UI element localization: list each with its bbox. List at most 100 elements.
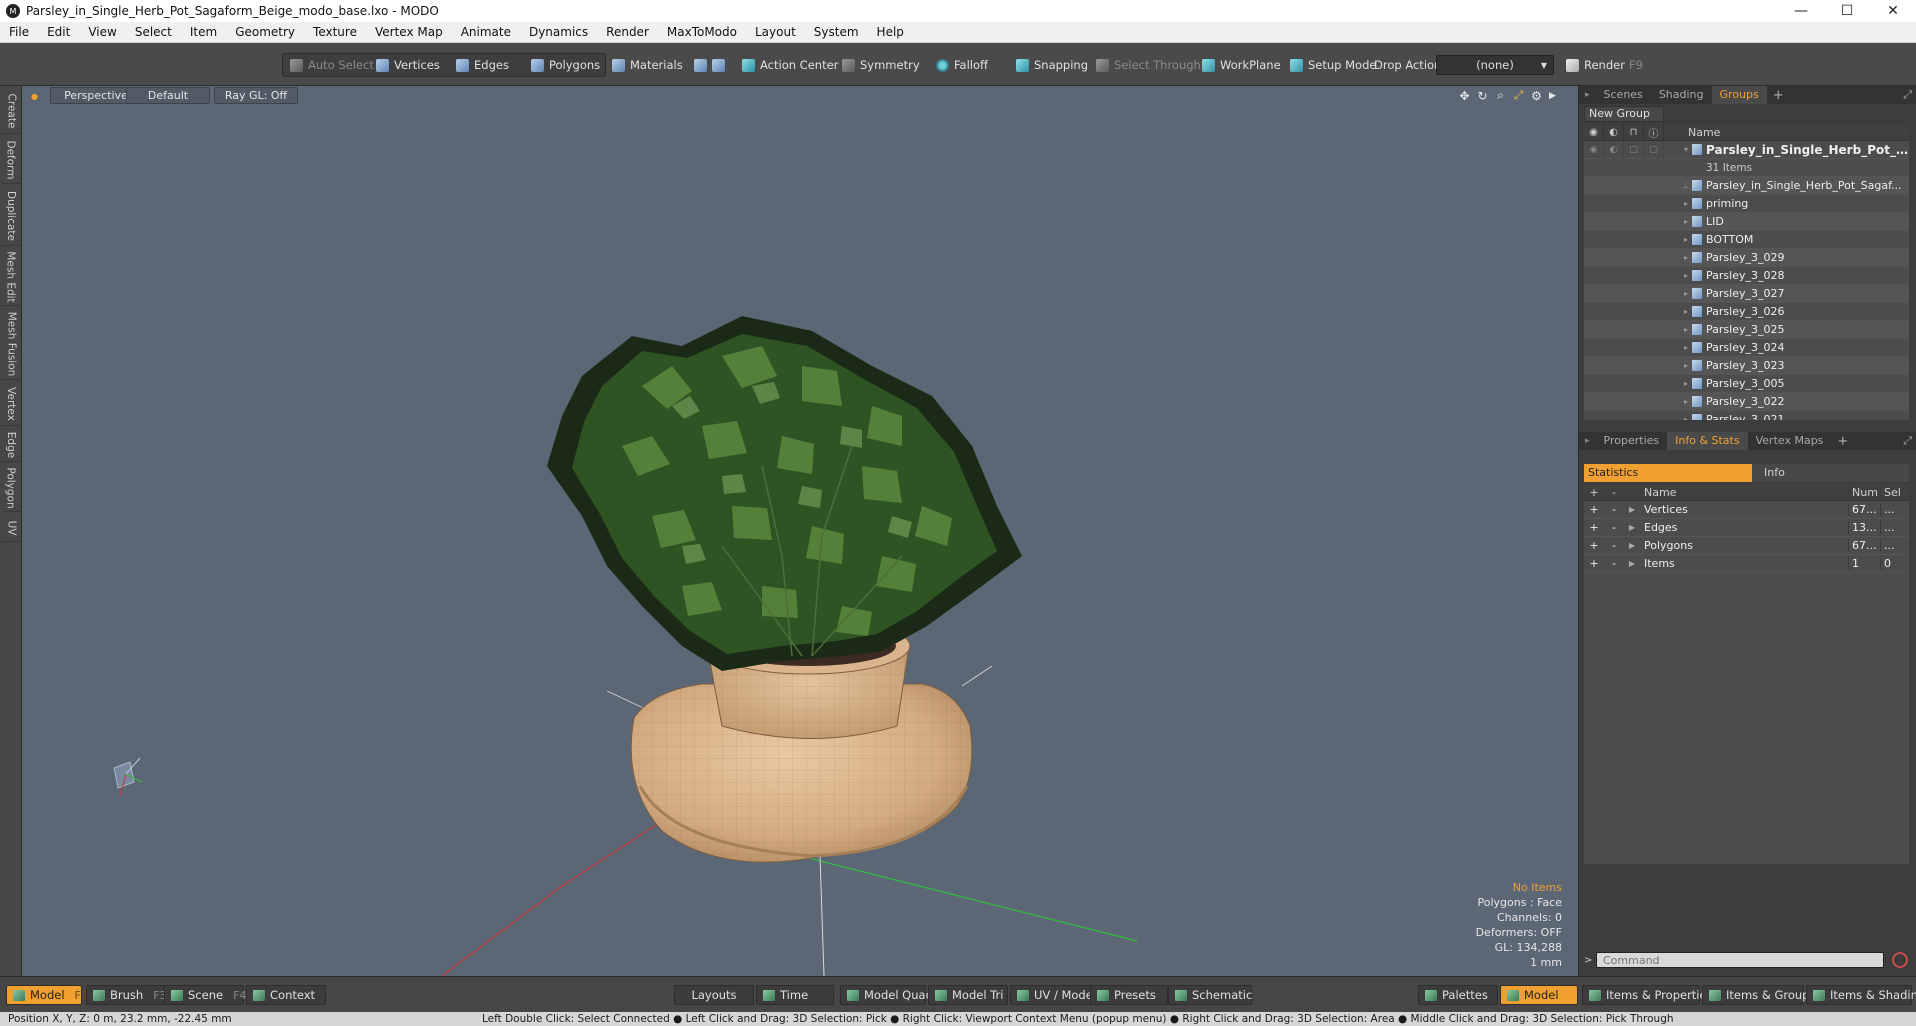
palettes-button[interactable]: Palettes [1418,985,1498,1005]
item-arrow-icon[interactable]: ▸ [1680,415,1692,420]
select-column-icon[interactable]: ⓘ [1644,124,1664,141]
item-arrow-icon[interactable]: ▸ [1680,253,1692,262]
viewport-expand-icon[interactable]: ▶ [1546,89,1559,102]
group-item-row[interactable]: ▸ Parsley_3_023 [1584,357,1909,375]
workplane-button[interactable]: WorkPlane [1196,54,1287,76]
new-group-button[interactable]: New Group [1584,106,1664,122]
render-toggle[interactable]: ◐ [1604,140,1624,159]
lock-column-icon[interactable]: ⊓ [1624,124,1644,141]
tab-vertex[interactable]: Vertex [2,382,20,426]
polygons-button[interactable]: Polygons [525,54,606,76]
tab-scenes[interactable]: Scenes [1596,86,1651,104]
info-tab[interactable]: Info [1752,464,1909,482]
tab-uv[interactable]: UV [2,514,20,542]
group-item-row[interactable]: ▸ priming [1584,195,1909,213]
stat-arrow-icon[interactable]: ▶ [1624,559,1640,568]
vertices-button[interactable]: Vertices [370,54,446,76]
menu-view[interactable]: View [79,22,125,43]
tab-shading[interactable]: Shading [1651,86,1712,104]
statistics-tab[interactable]: Statistics [1584,464,1752,482]
time-layout-button[interactable]: Time [756,985,834,1005]
menu-animate[interactable]: Animate [452,22,520,43]
stat-row[interactable]: + - ▶ Polygons 67...... [1584,537,1909,555]
menu-item[interactable]: Item [181,22,226,43]
item-arrow-icon[interactable]: ▸ [1680,217,1692,226]
item-arrow-icon[interactable]: ▸ [1680,397,1692,406]
scene-mode-button[interactable]: Scene F4 [164,985,246,1005]
select-through-button[interactable]: Select Through [1090,54,1207,76]
stat-row[interactable]: + - ▶ Items 1 0 [1584,555,1909,573]
tab-edge[interactable]: Edge [2,428,20,462]
stat-arrow-icon[interactable]: ▶ [1624,541,1640,550]
close-button[interactable]: ✕ [1870,0,1916,22]
shading-mode-button[interactable]: Default [126,87,210,104]
expand-all-button[interactable]: + [1584,486,1604,499]
drop-action-select[interactable]: (none) ▼ [1436,55,1554,75]
menu-maxtomodo[interactable]: MaxToModo [658,22,746,43]
stat-collapse-button[interactable]: - [1604,557,1624,570]
model-mode-button[interactable]: Model F2 [6,985,88,1005]
brush-mode-button[interactable]: Brush F3 [86,985,167,1005]
items-properties-button[interactable]: Items & Properties [1582,985,1713,1005]
minimize-button[interactable]: — [1778,0,1824,22]
menu-system[interactable]: System [805,22,868,43]
item-arrow-icon[interactable]: ▸ [1680,289,1692,298]
auto-select-button[interactable]: Auto Select [284,54,380,76]
group-item-row[interactable]: ▸ Parsley_3_025 [1584,321,1909,339]
raygl-button[interactable]: Ray GL: Off [214,87,298,104]
record-macro-icon[interactable] [1892,952,1908,968]
stat-arrow-icon[interactable]: ▶ [1624,523,1640,532]
presets-button[interactable]: Presets [1090,985,1168,1005]
materials-button[interactable]: Materials [606,54,689,76]
command-input[interactable] [1596,952,1884,968]
model-quad-button[interactable]: Model Quad [840,985,933,1005]
render-column-icon[interactable]: ◐ [1604,124,1624,141]
menu-edit[interactable]: Edit [38,22,79,43]
falloff-button[interactable]: Falloff [930,54,994,76]
stat-collapse-button[interactable]: - [1604,539,1624,552]
group-item-row[interactable]: ▸ BOTTOM [1584,231,1909,249]
item-arrow-icon[interactable]: ▸ [1680,307,1692,316]
group-item-row[interactable]: ▸ Parsley_3_005 [1584,375,1909,393]
maximize-button[interactable]: ☐ [1824,0,1870,22]
group-root-row[interactable]: ◉ ◐ ▢ ▢ ▾ Parsley_in_Single_Herb_Pot_Sa... [1584,140,1909,159]
stat-collapse-button[interactable]: - [1604,521,1624,534]
menu-texture[interactable]: Texture [304,22,366,43]
visibility-toggle[interactable]: ◉ [1584,140,1604,159]
collapse-all-button[interactable]: - [1604,486,1624,499]
menu-vertex-map[interactable]: Vertex Map [366,22,452,43]
tab-info-stats[interactable]: Info & Stats [1667,432,1748,450]
command-history-icon[interactable]: > [1584,955,1596,966]
symmetry-button[interactable]: Symmetry [836,54,926,76]
viewport-menu-icon[interactable]: ● [28,90,41,103]
context-button[interactable]: Context [246,985,326,1005]
selection-sets-button[interactable] [688,54,736,76]
zoom-view-icon[interactable]: ⌕ [1494,88,1507,102]
model-layout-button[interactable]: Model [1500,985,1578,1005]
panel-menu-icon[interactable]: ▸ [1579,86,1596,104]
snapping-button[interactable]: Snapping [1010,54,1094,76]
menu-file[interactable]: File [0,22,38,43]
group-item-row[interactable]: ▸ LID [1584,213,1909,231]
group-item-row[interactable]: ⊥ Parsley_in_Single_Herb_Pot_Sagaf... [1584,177,1909,195]
menu-geometry[interactable]: Geometry [226,22,304,43]
item-arrow-icon[interactable]: ▸ [1680,199,1692,208]
stat-row[interactable]: + - ▶ Edges 13...... [1584,519,1909,537]
menu-render[interactable]: Render [597,22,658,43]
menu-dynamics[interactable]: Dynamics [520,22,597,43]
model-tri-button[interactable]: Model Tri [928,985,1008,1005]
fit-view-icon[interactable]: ⤢ [1512,88,1525,102]
tab-vertex-maps[interactable]: Vertex Maps [1748,432,1832,450]
schematic-button[interactable]: Schematic [1168,985,1252,1005]
tab-mesh-fusion[interactable]: Mesh Fusion [2,308,20,380]
item-arrow-icon[interactable]: ▸ [1680,379,1692,388]
items-groups-button[interactable]: Items & Groups [1702,985,1815,1005]
item-arrow-icon[interactable]: ▸ [1680,325,1692,334]
add-info-tab-icon[interactable]: + [1837,434,1848,449]
group-item-row[interactable]: ▸ Parsley_3_028 [1584,267,1909,285]
menu-help[interactable]: Help [868,22,913,43]
group-item-row[interactable]: ▸ Parsley_3_027 [1584,285,1909,303]
action-center-button[interactable]: Action Center [736,54,844,76]
stat-expand-button[interactable]: + [1584,503,1604,516]
item-arrow-icon[interactable]: ▸ [1680,235,1692,244]
